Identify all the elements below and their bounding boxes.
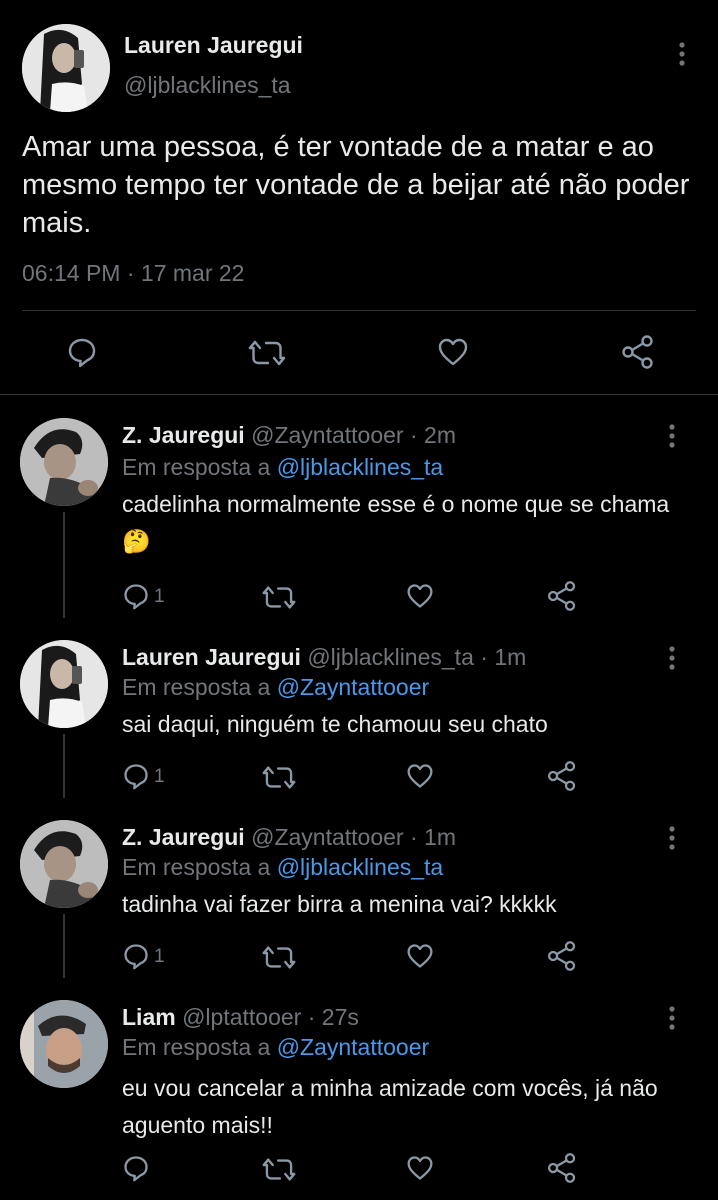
share-icon[interactable]	[620, 334, 656, 375]
like-icon[interactable]	[406, 1154, 434, 1187]
reply-separator: ·	[409, 422, 418, 448]
retweet-icon[interactable]	[262, 584, 296, 616]
in-reply-prefix: Em resposta a	[122, 454, 271, 480]
reply-icon[interactable]	[122, 582, 150, 615]
tweet-date: 17 mar 22	[140, 260, 245, 286]
reply-avatar[interactable]	[20, 1000, 108, 1088]
in-reply-to: Em resposta a @ljblacklines_ta	[122, 854, 443, 881]
section-divider	[0, 394, 718, 395]
reply-text: cadelinha normalmente esse é o nome que …	[122, 491, 670, 554]
more-icon[interactable]	[672, 40, 692, 68]
in-reply-to: Em resposta a @Zayntattooer	[122, 1034, 429, 1061]
reply-count: 1	[154, 586, 165, 607]
reply-author-name[interactable]: Lauren Jauregui	[122, 644, 301, 670]
share-icon[interactable]	[546, 1152, 578, 1189]
reply-icon[interactable]	[122, 762, 150, 795]
tweet-timestamp[interactable]: 06:14 PM · 17 mar 22	[22, 260, 244, 287]
more-icon[interactable]	[662, 1004, 682, 1032]
reply-author-name[interactable]: Z. Jauregui	[122, 422, 245, 448]
reply-count: 1	[154, 766, 165, 787]
more-icon[interactable]	[662, 644, 682, 672]
reply-age[interactable]: 27s	[322, 1004, 359, 1030]
reply-author-handle[interactable]: @lptattooer	[182, 1004, 301, 1030]
main-tweet: Lauren Jauregui @ljblacklines_ta Amar um…	[0, 0, 718, 396]
like-icon[interactable]	[406, 582, 434, 615]
more-icon[interactable]	[662, 824, 682, 852]
reply-tweet[interactable]: Liam @lptattooer · 27s Em resposta a @Za…	[0, 978, 718, 1200]
reply-separator: ·	[409, 824, 418, 850]
reply-header: Z. Jauregui @Zayntattooer · 2m	[122, 422, 456, 449]
reply-tweet[interactable]: Z. Jauregui @Zayntattooer · 2m Em respos…	[0, 396, 718, 618]
in-reply-prefix: Em resposta a	[122, 854, 271, 880]
reply-author-name[interactable]: Liam	[122, 1004, 176, 1030]
in-reply-prefix: Em resposta a	[122, 674, 271, 700]
like-icon[interactable]	[406, 762, 434, 795]
in-reply-handle[interactable]: @Zayntattooer	[277, 674, 429, 700]
retweet-icon[interactable]	[262, 944, 296, 976]
reply-avatar[interactable]	[20, 418, 108, 506]
reply-text: tadinha vai fazer birra a menina vai? kk…	[122, 891, 557, 917]
reply-action-bar	[0, 1150, 718, 1190]
reply-age[interactable]: 1m	[494, 644, 526, 670]
retweet-icon[interactable]	[248, 338, 286, 373]
reply-author-handle[interactable]: @Zayntattooer	[251, 422, 403, 448]
reply-author-handle[interactable]: @ljblacklines_ta	[307, 644, 474, 670]
reply-action-bar: 1	[0, 758, 718, 798]
like-icon[interactable]	[437, 336, 469, 373]
in-reply-handle[interactable]: @ljblacklines_ta	[277, 854, 444, 880]
reply-action-bar: 1	[0, 938, 718, 978]
author-name[interactable]: Lauren Jauregui	[124, 32, 303, 59]
reply-icon[interactable]	[122, 942, 150, 975]
share-icon[interactable]	[546, 940, 578, 977]
more-icon[interactable]	[662, 422, 682, 450]
in-reply-to: Em resposta a @ljblacklines_ta	[122, 454, 443, 481]
reply-author-handle[interactable]: @Zayntattooer	[251, 824, 403, 850]
share-icon[interactable]	[546, 580, 578, 617]
in-reply-prefix: Em resposta a	[122, 1034, 271, 1060]
reply-author-name[interactable]: Z. Jauregui	[122, 824, 245, 850]
reply-avatar[interactable]	[20, 640, 108, 728]
in-reply-handle[interactable]: @ljblacklines_ta	[277, 454, 444, 480]
like-icon[interactable]	[406, 942, 434, 975]
retweet-icon[interactable]	[262, 764, 296, 796]
tweet-action-bar	[0, 330, 718, 374]
author-handle[interactable]: @ljblacklines_ta	[124, 72, 291, 99]
reply-age[interactable]: 1m	[424, 824, 456, 850]
reply-count: 1	[154, 946, 165, 967]
reply-header: Lauren Jauregui @ljblacklines_ta · 1m	[122, 644, 526, 671]
reply-header: Z. Jauregui @Zayntattooer · 1m	[122, 824, 456, 851]
tweet-divider	[22, 310, 696, 311]
reply-separator: ·	[307, 1004, 316, 1030]
reply-header: Liam @lptattooer · 27s	[122, 1004, 359, 1031]
tweet-text: Amar uma pessoa, é ter vontade de a mata…	[22, 131, 690, 239]
reply-text: sai daqui, ninguém te chamouu seu chato	[122, 711, 548, 737]
tweet-separator: ·	[126, 260, 135, 286]
reply-separator: ·	[480, 644, 488, 670]
in-reply-handle[interactable]: @Zayntattooer	[277, 1034, 429, 1060]
reply-age[interactable]: 2m	[424, 422, 456, 448]
author-avatar[interactable]	[22, 24, 110, 112]
reply-avatar[interactable]	[20, 820, 108, 908]
in-reply-to: Em resposta a @Zayntattooer	[122, 674, 429, 701]
reply-icon[interactable]	[122, 1154, 150, 1187]
reply-tweet[interactable]: Lauren Jauregui @ljblacklines_ta · 1m Em…	[0, 618, 718, 798]
reply-action-bar: 1	[0, 578, 718, 618]
share-icon[interactable]	[546, 760, 578, 797]
reply-text: eu vou cancelar a minha amizade com você…	[122, 1075, 658, 1138]
retweet-icon[interactable]	[262, 1156, 296, 1188]
reply-icon[interactable]	[66, 336, 98, 373]
tweet-time: 06:14 PM	[22, 260, 121, 286]
reply-tweet[interactable]: Z. Jauregui @Zayntattooer · 1m Em respos…	[0, 798, 718, 978]
